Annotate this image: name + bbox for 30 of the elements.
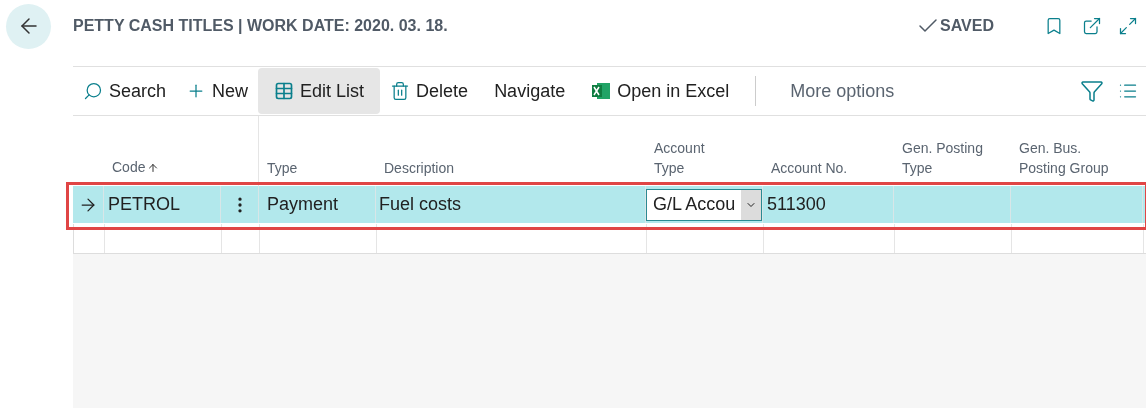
table-cell-text: Fuel costs	[379, 193, 462, 216]
filter-icon[interactable]	[1080, 79, 1104, 103]
table-cell-text: PETROL	[108, 193, 181, 216]
account-type-dropdown[interactable]: G/L Accou	[646, 188, 762, 221]
search-icon	[83, 81, 103, 101]
toolbar-button[interactable]: Delete	[380, 68, 479, 114]
toolbar-button[interactable]: Search	[73, 68, 177, 114]
edit-table-icon	[274, 81, 295, 101]
column-header[interactable]: Account No.	[771, 158, 848, 178]
toolbar-button[interactable]: Edit List	[258, 68, 381, 114]
column-header[interactable]: Gen. Bus. Posting Group	[1019, 138, 1119, 178]
table-row[interactable]: PETROL Payment Fuel costs G/L Accou 511300	[73, 186, 1146, 224]
column-header[interactable]: Account Type	[654, 138, 724, 178]
saved-status: SAVED	[940, 16, 994, 36]
page-title: PETTY CASH TITLES | WORK DATE: 2020. 03. 18.	[73, 16, 448, 36]
column-header[interactable]: Code	[112, 157, 160, 178]
open-new-window-icon[interactable]	[1082, 16, 1102, 36]
toolbar-button[interactable]: Open in Excel	[581, 68, 740, 114]
toolbar-button[interactable]: Navigate	[478, 68, 582, 114]
column-header[interactable]: Description	[384, 158, 455, 178]
toolbar-button[interactable]: New	[176, 68, 259, 114]
column-header[interactable]: Gen. Posting Type	[902, 138, 1002, 178]
table-cell-text: Payment	[267, 193, 339, 216]
spreadsheet-icon	[591, 81, 612, 101]
more-options-button[interactable]: More options	[780, 68, 905, 114]
expand-icon[interactable]	[1118, 16, 1138, 36]
table-cell-text: 511300	[767, 193, 826, 216]
trash-icon	[390, 81, 411, 101]
back-button[interactable]	[6, 3, 51, 49]
column-header[interactable]: Type	[267, 158, 298, 178]
